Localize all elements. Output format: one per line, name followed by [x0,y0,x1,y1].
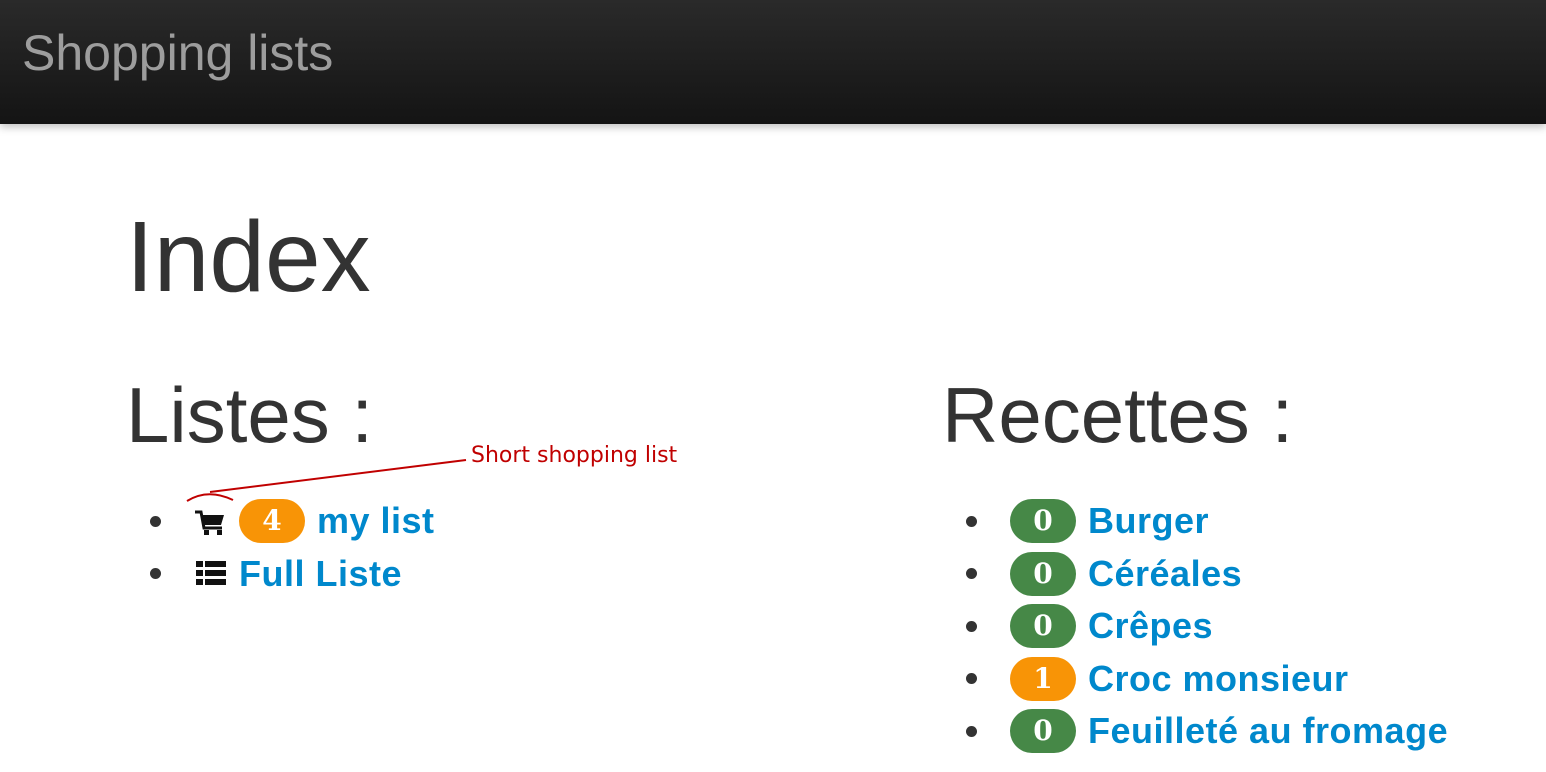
shopping-cart-icon[interactable] [194,504,228,538]
brand-link[interactable]: Shopping lists [22,24,333,82]
annotation-pointer-line [209,459,467,493]
shopping-lists: 4 my list Full Liste [150,495,435,600]
bullet [966,515,977,527]
list-link-full-liste[interactable]: Full Liste [239,553,402,595]
item-count-badge: 4 [239,499,305,544]
list-item: 0 Céréales [966,548,1448,601]
lists-section-title: Listes : [126,371,374,459]
bullet [150,568,161,580]
recipe-count-badge: 0 [1010,551,1076,596]
recipe-link[interactable]: Feuilleté au fromage [1088,710,1448,752]
list-item: Full Liste [150,548,435,601]
recipe-link[interactable]: Croc monsieur [1088,658,1349,700]
list-item: 0 Feuilleté au fromage [966,705,1448,758]
list-item: 0 Crêpes [966,600,1448,653]
bullet [966,725,977,737]
bullet [966,673,977,685]
list-link-my-list[interactable]: my list [317,500,435,542]
bullet [150,515,161,527]
page-title: Index [126,201,371,313]
bullet [966,620,977,632]
list-item: 0 Burger [966,495,1448,548]
recipe-count-badge: 0 [1010,499,1076,544]
list-icon[interactable] [194,557,228,591]
annotation-label: Short shopping list [471,443,678,468]
list-item: 1 Croc monsieur [966,653,1448,706]
recipe-count-badge: 0 [1010,709,1076,754]
recipes-list: 0 Burger 0 Céréales 0 Crêpes 1 Croc mons… [966,495,1448,758]
bullet [966,568,977,580]
recipe-link[interactable]: Crêpes [1088,605,1213,647]
recipe-link[interactable]: Céréales [1088,553,1242,595]
recipe-count-badge: 0 [1010,604,1076,649]
list-item: 4 my list [150,495,435,548]
recipe-link[interactable]: Burger [1088,500,1209,542]
navbar: Shopping lists [0,0,1546,124]
recipes-section-title: Recettes : [942,371,1294,459]
recipe-count-badge: 1 [1010,656,1076,701]
